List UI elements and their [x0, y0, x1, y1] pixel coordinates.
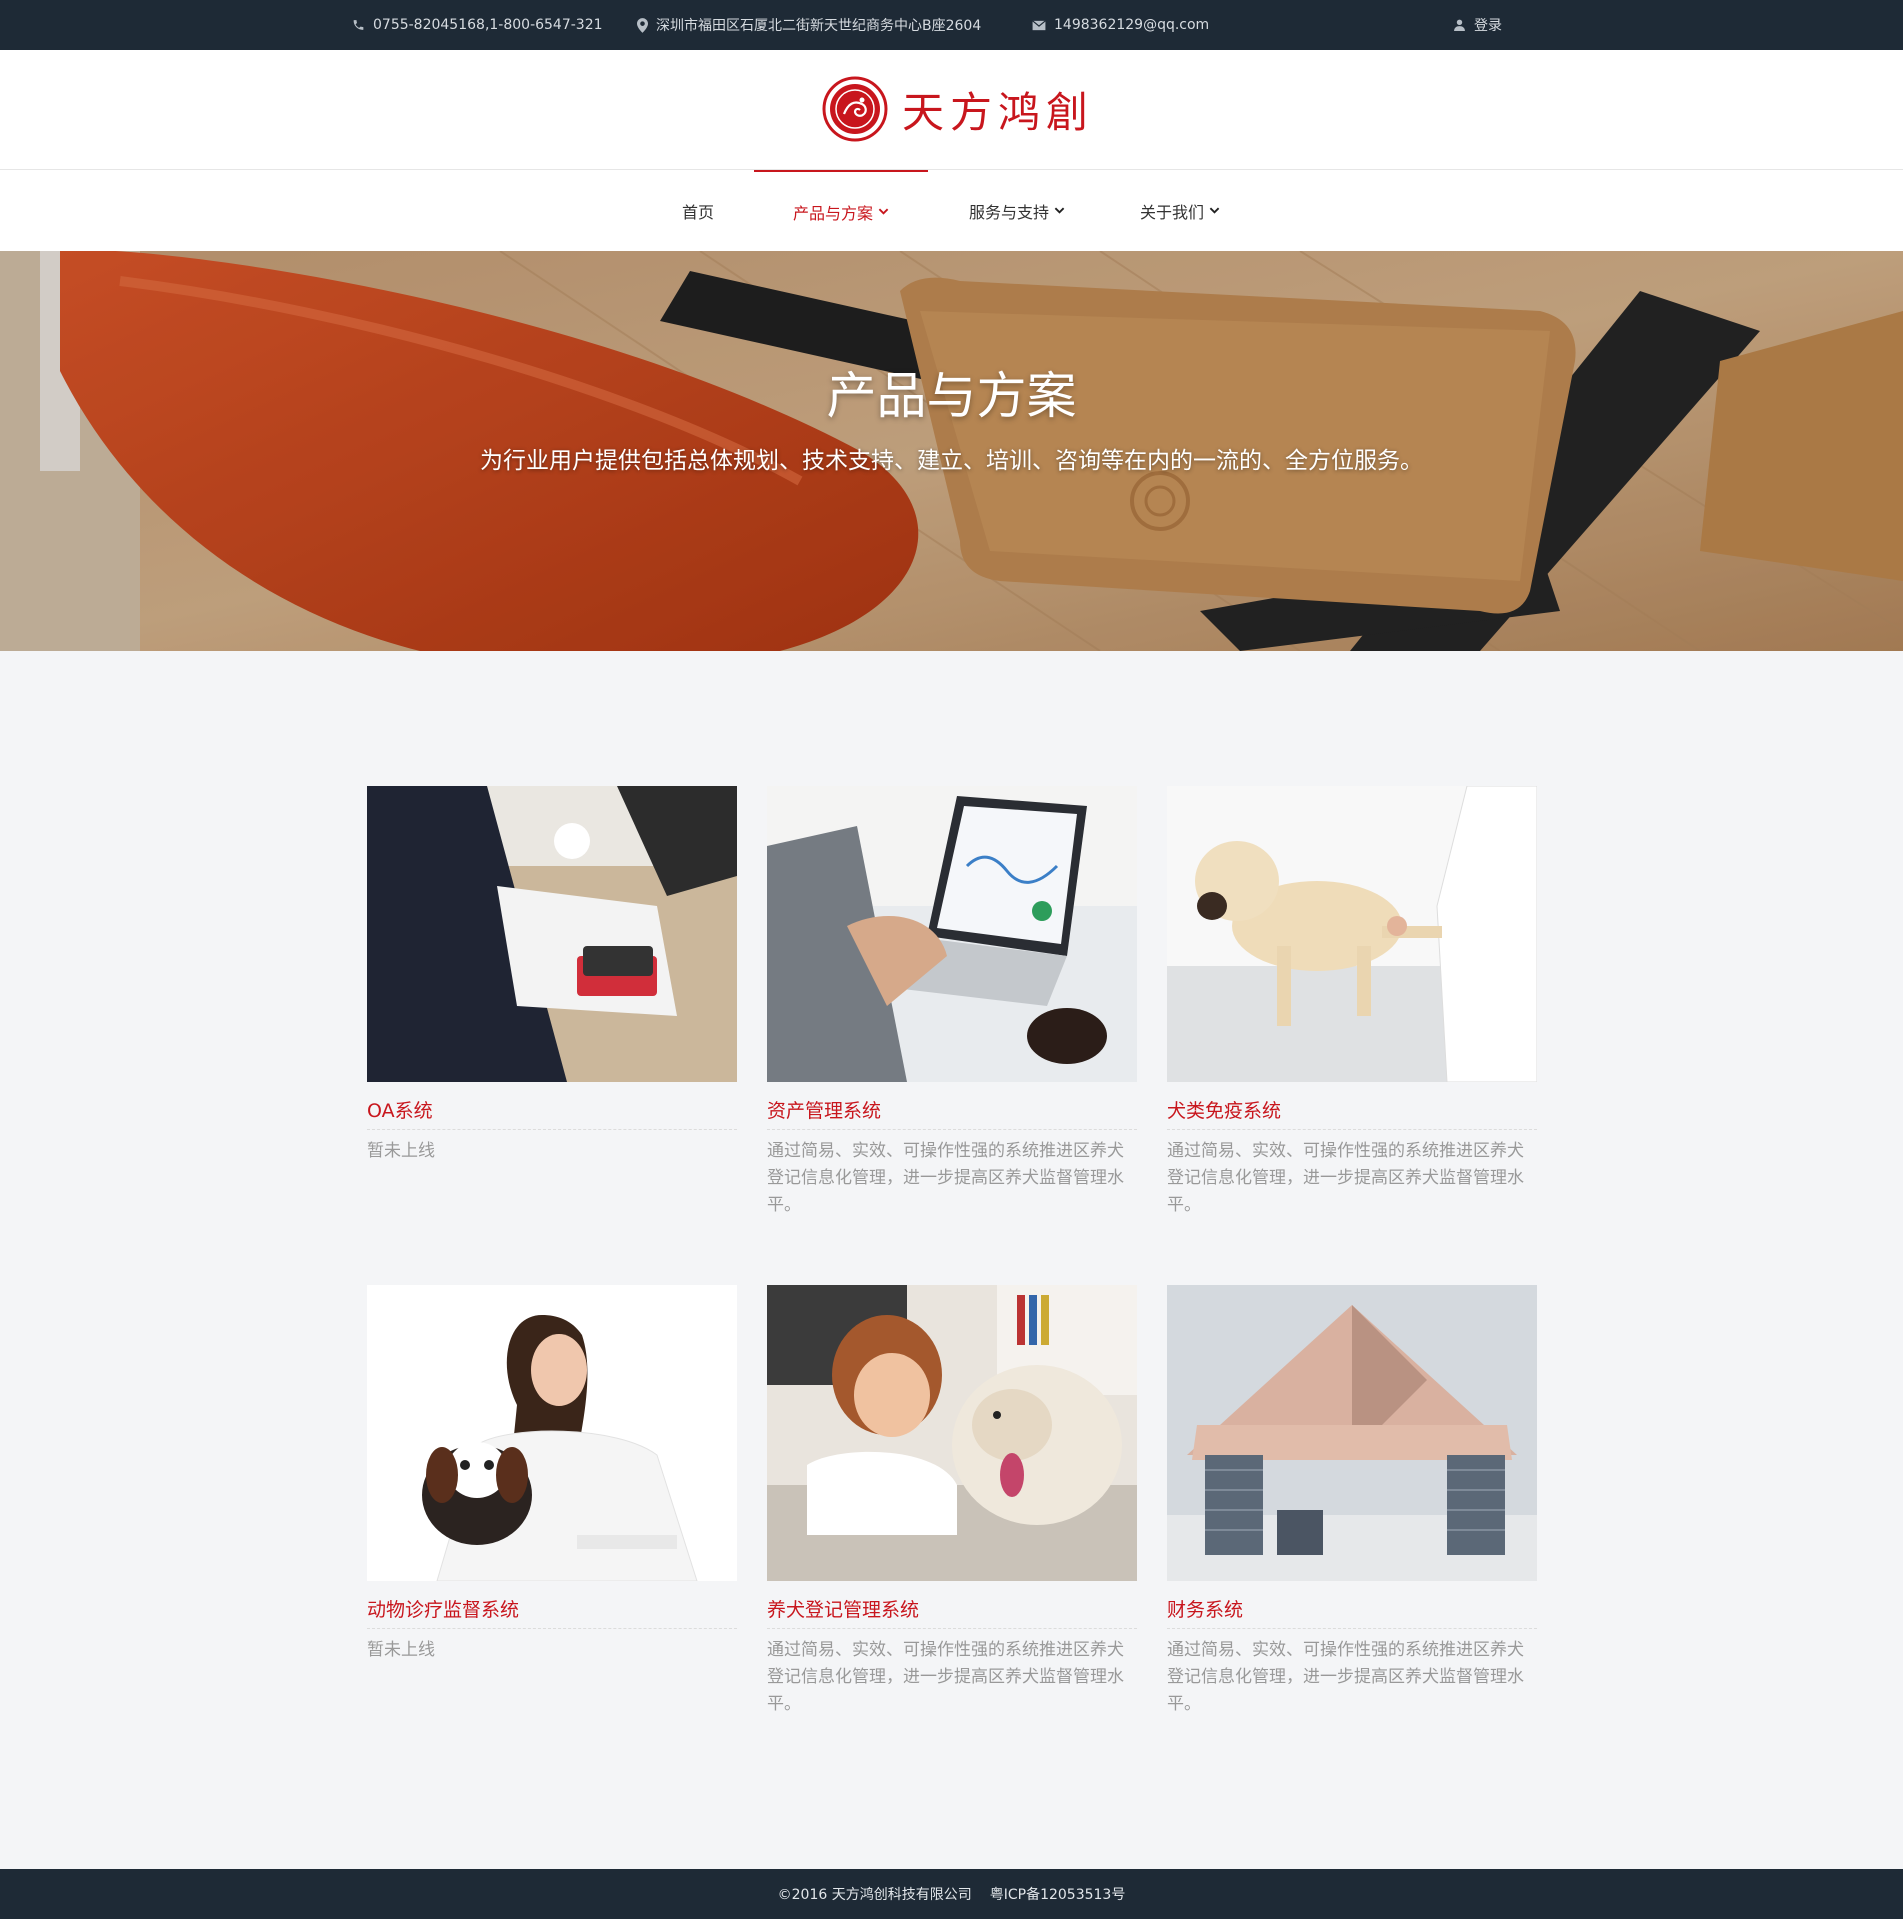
product-title[interactable]: OA系统 — [367, 1096, 737, 1130]
hero-title: 产品与方案 — [826, 367, 1077, 425]
phone-info: 0755-82045168,1-800-6547-321 — [352, 0, 603, 50]
address-text: 深圳市福田区石厦北二街新天世纪商务中心B座2604 — [656, 18, 982, 34]
nav-item-label: 产品与方案 — [792, 203, 873, 223]
site-logo[interactable]: 天方鸿創 — [822, 76, 1094, 142]
product-card-finance: 财务系统 通过简易、实效、可操作性强的系统推进区养犬登记信息化管理，进一步提高区… — [1167, 1285, 1537, 1718]
product-image-business-desk[interactable] — [367, 786, 737, 1082]
hero-subtitle: 为行业用户提供包括总体规划、技术支持、建立、培训、咨询等在内的一流的、全方位服务… — [480, 448, 1423, 474]
product-card-dog-registration: 养犬登记管理系统 通过简易、实效、可操作性强的系统推进区养犬登记信息化管理，进一… — [767, 1285, 1137, 1718]
chevron-down-icon — [1054, 207, 1065, 214]
product-desc: 通过简易、实效、可操作性强的系统推进区养犬登记信息化管理，进一步提高区养犬监督管… — [1167, 1141, 1524, 1215]
logo-brand-text: 天方鸿創 — [902, 87, 1095, 137]
site-header: 天方鸿創 — [0, 50, 1903, 170]
product-image-vet-woman-puppy[interactable] — [367, 1285, 737, 1581]
product-card-clinic: 动物诊疗监督系统 暂未上线 — [367, 1285, 737, 1664]
phone-text: 0755-82045168,1-800-6547-321 — [373, 17, 603, 33]
chevron-down-icon — [878, 208, 889, 215]
phone-icon — [353, 20, 364, 30]
product-image-laptop-analytics[interactable] — [767, 786, 1137, 1082]
product-desc: 通过简易、实效、可操作性强的系统推进区养犬登记信息化管理，进一步提高区养犬监督管… — [767, 1640, 1124, 1714]
envelope-icon — [1032, 19, 1046, 30]
logo-seal-icon — [822, 76, 888, 142]
product-desc: 暂未上线 — [367, 1141, 435, 1161]
nav-item-label: 首页 — [681, 202, 714, 222]
product-image-woman-husky[interactable] — [767, 1285, 1137, 1581]
chevron-down-icon — [1209, 207, 1220, 214]
main-nav: 首页 产品与方案 服务与支持 关于我们 — [0, 170, 1903, 251]
icp-link[interactable]: 粤ICP备12053513号 — [990, 1884, 1126, 1904]
nav-item-label: 服务与支持 — [968, 202, 1049, 222]
product-image-vet-dog[interactable] — [1167, 786, 1537, 1082]
login-link[interactable]: 登录 — [1453, 0, 1502, 50]
login-text: 登录 — [1474, 18, 1502, 34]
email-text: 1498362129@qq.com — [1054, 17, 1210, 33]
site-footer: ©2016 天方鸿创科技有限公司 粤ICP备12053513号 — [0, 1869, 1903, 1919]
copyright-text: ©2016 天方鸿创科技有限公司 — [777, 1887, 972, 1903]
email-info: 1498362129@qq.com — [1032, 0, 1209, 50]
product-title[interactable]: 资产管理系统 — [767, 1096, 1137, 1130]
address-info: 深圳市福田区石厦北二街新天世纪商务中心B座2604 — [637, 0, 981, 50]
top-info-bar: 0755-82045168,1-800-6547-321 深圳市福田区石厦北二街… — [0, 0, 1903, 50]
nav-item-label: 关于我们 — [1139, 202, 1204, 222]
product-card-oa: OA系统 暂未上线 — [367, 786, 737, 1165]
hero-banner: 产品与方案 为行业用户提供包括总体规划、技术支持、建立、培训、咨询等在内的一流的… — [0, 251, 1903, 651]
product-desc: 通过简易、实效、可操作性强的系统推进区养犬登记信息化管理，进一步提高区养犬监督管… — [1167, 1640, 1524, 1714]
user-icon — [1454, 19, 1465, 31]
product-card-asset: 资产管理系统 通过简易、实效、可操作性强的系统推进区养犬登记信息化管理，进一步提… — [767, 786, 1137, 1219]
product-desc: 暂未上线 — [367, 1640, 435, 1660]
nav-item-products[interactable]: 产品与方案 — [754, 170, 928, 251]
product-title[interactable]: 财务系统 — [1167, 1595, 1537, 1629]
nav-item-services[interactable]: 服务与支持 — [952, 170, 1082, 251]
nav-item-home[interactable]: 首页 — [662, 170, 734, 251]
nav-item-about[interactable]: 关于我们 — [1130, 170, 1230, 251]
product-title[interactable]: 养犬登记管理系统 — [767, 1595, 1137, 1629]
product-image-money-house[interactable] — [1167, 1285, 1537, 1581]
product-desc: 通过简易、实效、可操作性强的系统推进区养犬登记信息化管理，进一步提高区养犬监督管… — [767, 1141, 1124, 1215]
product-title[interactable]: 犬类免疫系统 — [1167, 1096, 1537, 1130]
product-title[interactable]: 动物诊疗监督系统 — [367, 1595, 737, 1629]
location-pin-icon — [637, 17, 648, 33]
product-card-immunization: 犬类免疫系统 通过简易、实效、可操作性强的系统推进区养犬登记信息化管理，进一步提… — [1167, 786, 1537, 1219]
